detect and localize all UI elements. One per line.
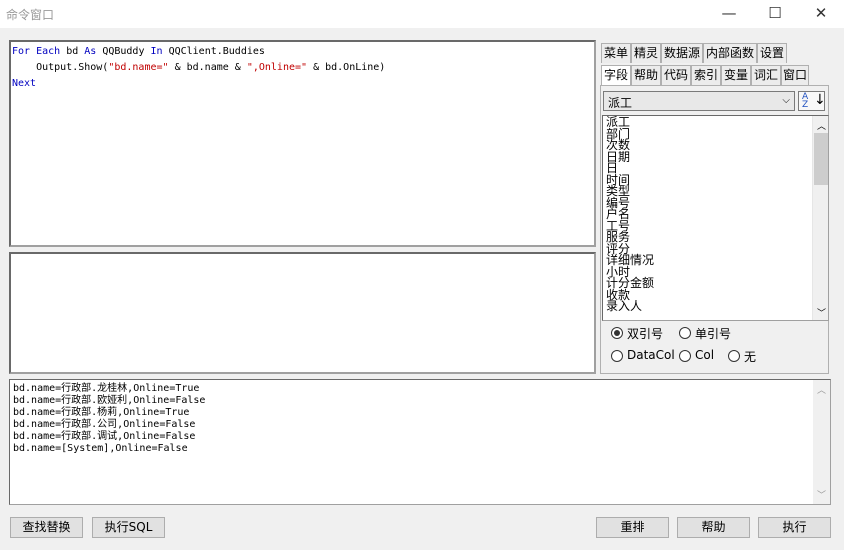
secondary-editor[interactable]	[9, 252, 596, 374]
sort-az-icon[interactable]: AZ ↓	[798, 91, 826, 111]
code-text: & bd.OnLine)	[307, 62, 386, 73]
code-keyword: Next	[12, 78, 37, 89]
code-keyword: For Each	[12, 46, 61, 57]
tab-精灵[interactable]: 精灵	[631, 43, 661, 63]
tab-row-2: 字段 帮助 代码 索引 变量 词汇 窗口	[601, 65, 831, 86]
maximize-button[interactable]: ☐	[752, 0, 798, 28]
tab-代码[interactable]: 代码	[661, 65, 691, 85]
exec-sql-button[interactable]: 执行SQL	[92, 517, 165, 538]
code-keyword: In	[150, 46, 163, 57]
field-panel: 派工 ⌵ AZ ↓ 派工 部门 次数 日期日时间 类型 编号 户名 工号 服务 评分 详细情况 小时计…	[600, 85, 829, 374]
code-text: QQClient.Buddies	[162, 46, 265, 57]
tab-变量[interactable]: 变量	[721, 65, 751, 85]
code-string: ",Online="	[246, 62, 308, 73]
radio-label: DataCol	[627, 348, 675, 362]
tab-字段[interactable]: 字段	[601, 65, 631, 85]
code-lines: For Each bd As QQBuddy In QQClient.Buddi…	[12, 44, 385, 92]
tab-词汇[interactable]: 词汇	[751, 65, 781, 85]
chevron-down-icon[interactable]: ﹀	[817, 306, 826, 319]
radio-Col[interactable]	[679, 350, 691, 362]
code-string: "bd.name="	[108, 62, 169, 73]
code-text: & bd.name &	[168, 62, 247, 73]
field-list[interactable]: 派工 部门 次数 日期日时间 类型 编号 户名 工号 服务 评分 详细情况 小时 计分金额 收款 录入人 ︿…	[602, 115, 829, 321]
output-line: bd.name=[System],Online=False	[13, 443, 188, 454]
tab-设置[interactable]: 设置	[757, 43, 787, 63]
output-line: bd.name=行政部.龙桂林,Online=True	[13, 383, 200, 394]
radio-label: Col	[695, 348, 715, 362]
radio-label: 双引号	[627, 327, 664, 341]
code-text: bd	[60, 46, 85, 57]
output-line: bd.name=行政部.调试,Online=False	[13, 431, 196, 442]
code-text: QQBuddy	[96, 46, 151, 57]
radio-单引号[interactable]	[679, 327, 691, 339]
output-line: bd.name=行政部.杨莉,Online=True	[13, 407, 190, 418]
title-bar: 命令窗口 — ☐ ✕	[0, 0, 844, 28]
radio-无[interactable]	[728, 350, 740, 362]
radio-label: 无	[744, 350, 757, 364]
chevron-up-icon[interactable]: ︿	[817, 383, 826, 396]
tab-窗口[interactable]: 窗口	[781, 65, 809, 85]
tab-内部函数[interactable]: 内部函数	[703, 43, 757, 63]
code-line: Next	[12, 76, 385, 92]
output-scrollbar[interactable]: ︿ ﹀	[813, 380, 830, 504]
code-line: For Each bd As QQBuddy In QQClient.Buddi…	[12, 44, 385, 60]
minimize-button[interactable]: —	[706, 0, 752, 28]
execute-button[interactable]: 执行	[758, 517, 831, 538]
chevron-up-icon[interactable]: ︿	[817, 119, 826, 132]
tab-索引[interactable]: 索引	[691, 65, 721, 85]
radio-label: 单引号	[695, 327, 732, 341]
field-list-items: 派工 部门 次数 日期日时间 类型 编号 户名 工号 服务 评分 详细情况 小时 计分金额 收款 录入人	[606, 116, 654, 313]
output-line: bd.name=行政部.公司,Online=False	[13, 419, 196, 430]
field-list-item[interactable]: 录入人	[606, 300, 654, 313]
field-list-scrollbar[interactable]: ︿ ﹀	[812, 116, 828, 320]
output-pane[interactable]: bd.name=行政部.龙桂林,Online=True bd.name=行政部.欧…	[9, 379, 831, 505]
reorder-button[interactable]: 重排	[596, 517, 669, 538]
field-select[interactable]: 派工 ⌵	[603, 91, 795, 111]
radio-双引号[interactable]	[611, 327, 623, 339]
code-line: Output.Show("bd.name=" & bd.name & ",Onl…	[12, 60, 385, 76]
tab-数据源[interactable]: 数据源	[661, 43, 703, 63]
output-lines: bd.name=行政部.龙桂林,Online=True bd.name=行政部.欧…	[13, 383, 205, 455]
close-button[interactable]: ✕	[798, 0, 844, 28]
code-editor[interactable]: For Each bd As QQBuddy In QQClient.Buddi…	[9, 40, 596, 247]
scrollbar-thumb[interactable]	[814, 133, 828, 185]
code-keyword: As	[84, 46, 97, 57]
chevron-down-icon[interactable]: ﹀	[817, 488, 826, 501]
field-select-value: 派工	[608, 96, 633, 110]
tab-帮助[interactable]: 帮助	[631, 65, 661, 85]
output-line: bd.name=行政部.欧娅利,Online=False	[13, 395, 206, 406]
chevron-down-icon: ⌵	[782, 95, 790, 106]
help-button[interactable]: 帮助	[677, 517, 750, 538]
tab-row-1: 菜单 精灵 数据源 内部函数 设置	[601, 43, 831, 64]
find-replace-button[interactable]: 查找替换	[10, 517, 83, 538]
tab-菜单[interactable]: 菜单	[601, 43, 631, 63]
code-text: Output.Show(	[12, 62, 109, 73]
window-title: 命令窗口	[6, 8, 55, 22]
radio-DataCol[interactable]	[611, 350, 623, 362]
